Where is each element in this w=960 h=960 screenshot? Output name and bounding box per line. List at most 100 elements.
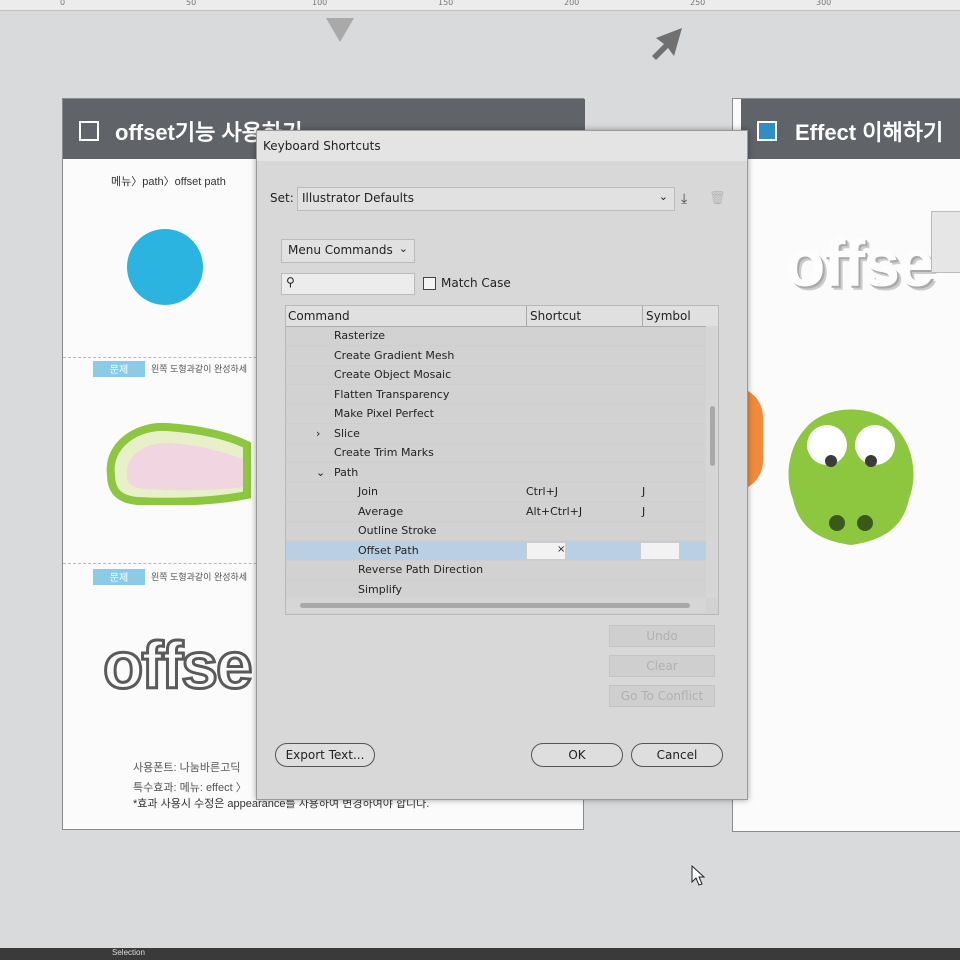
search-icon: ⚲ [286, 275, 295, 289]
row-command: Offset Path [358, 543, 419, 557]
shortcuts-table: Command Shortcut Symbol Rasterize Create … [285, 305, 719, 615]
ruler-tick: 250 [690, 0, 706, 7]
scrollbar-thumb[interactable] [300, 603, 690, 608]
table-row[interactable]: Outline Stroke [286, 521, 706, 541]
offset-shadow-art: offse [785, 226, 935, 300]
row-command: Average [358, 504, 404, 518]
status-text: Selection [112, 948, 145, 957]
symbol-edit-field[interactable] [640, 541, 680, 560]
save-set-icon[interactable]: ⤓ [681, 191, 687, 207]
table-row[interactable]: Create Object Mosaic [286, 365, 706, 385]
font-note: 사용폰트: 나눔바른고딕 [133, 762, 241, 774]
row-command: Rasterize [334, 329, 386, 342]
row-command: Outline Stroke [358, 524, 437, 537]
column-header-shortcut[interactable]: Shortcut [528, 306, 643, 326]
chevron-down-icon: ⌄ [398, 242, 408, 255]
ruler-tick: 150 [438, 0, 454, 7]
search-input-box[interactable]: ⚲ [281, 273, 415, 295]
table-row[interactable]: Average Alt+Ctrl+J J [286, 502, 706, 522]
chevron-down-icon: ⌄ [658, 190, 668, 203]
expand-arrow-icon[interactable]: › [316, 427, 320, 440]
table-body: Rasterize Create Gradient Mesh Create Obje… [286, 326, 706, 600]
table-row[interactable]: Offset Path × [286, 540, 706, 561]
shortcut-edit-field[interactable]: × [526, 541, 566, 560]
keyboard-shortcuts-dialog: Keyboard Shortcuts Set: Illustrator Defa… [256, 130, 748, 800]
top-ruler: 0 50 100 150 200 250 300 [0, 0, 960, 11]
table-row[interactable]: ⌄ Path [286, 463, 706, 483]
right-artboard: Effect 이해하기 offse [732, 98, 960, 832]
table-row[interactable]: Simplify [286, 580, 706, 600]
delete-set-icon[interactable]: 🗑 [709, 191, 726, 206]
category-select[interactable]: Menu Commands ⌄ [281, 239, 415, 263]
match-case-checkbox[interactable] [423, 277, 436, 290]
offset-outline-art: offse [102, 627, 255, 704]
question-text: 왼쪽 도형과같이 완성하세 [151, 572, 248, 582]
category-select-value: Menu Commands [288, 243, 393, 257]
row-symbol[interactable]: J [642, 505, 645, 518]
ruler-tick: 0 [60, 0, 66, 7]
crocodile-art [788, 409, 914, 545]
table-row[interactable]: Create Trim Marks [286, 443, 706, 463]
table-row[interactable]: Join Ctrl+J J [286, 482, 706, 502]
row-command: Make Pixel Perfect [334, 407, 434, 420]
ruler-tick: 50 [186, 0, 197, 7]
export-text-button[interactable]: Export Text... [275, 743, 375, 767]
table-row[interactable]: Make Pixel Perfect [286, 404, 706, 424]
question-text: 왼쪽 도형과같이 완성하세 [151, 364, 248, 374]
go-to-conflict-button[interactable]: Go To Conflict [609, 685, 715, 707]
row-shortcut[interactable]: Ctrl+J [526, 485, 558, 498]
clear-button[interactable]: Clear [609, 655, 715, 677]
effect-note: 특수효과: 메뉴: effect 〉 [133, 782, 247, 794]
column-header-command[interactable]: Command [286, 306, 527, 326]
row-command: Slice [334, 426, 360, 440]
row-command: Create Trim Marks [334, 446, 434, 459]
menu-path-text: 메뉴〉path〉offset path [111, 176, 226, 188]
set-select-value: Illustrator Defaults [302, 191, 414, 205]
pink-offset-art [106, 422, 251, 505]
set-label: Set: [270, 191, 294, 205]
table-row[interactable]: Flatten Transparency [286, 385, 706, 405]
ruler-tick: 200 [564, 0, 580, 7]
row-command: Join [358, 485, 379, 498]
set-select[interactable]: Illustrator Defaults ⌄ [297, 187, 675, 211]
cancel-button[interactable]: Cancel [631, 743, 723, 767]
square-icon [79, 121, 99, 141]
row-command: Path [334, 465, 359, 479]
mouse-cursor-icon [691, 864, 706, 886]
ruler-tick: 300 [816, 0, 832, 7]
table-row[interactable]: Rasterize [286, 326, 706, 346]
table-row[interactable]: Reverse Path Direction [286, 560, 706, 580]
match-case-label: Match Case [441, 276, 511, 290]
vertical-scrollbar[interactable] [706, 326, 718, 598]
collapse-arrow-icon[interactable]: ⌄ [316, 466, 325, 479]
right-artboard-title: Effect 이해하기 [795, 120, 944, 145]
status-bar: Selection [0, 948, 960, 960]
clear-shortcut-icon[interactable]: × [557, 544, 565, 555]
row-command: Create Object Mosaic [334, 368, 452, 381]
dialog-titlebar: Keyboard Shortcuts [257, 131, 747, 161]
blue-circle-art [127, 229, 203, 305]
horizontal-scrollbar[interactable] [286, 598, 706, 612]
diagonal-arrow-icon [652, 28, 682, 60]
row-command: Reverse Path Direction [358, 563, 484, 576]
row-command: Simplify [358, 582, 403, 596]
question-tag: 문제 [93, 569, 145, 585]
search-input[interactable] [300, 275, 412, 293]
ruler-tick: 100 [312, 0, 328, 7]
table-header: Command Shortcut Symbol [286, 306, 718, 327]
row-command: Create Gradient Mesh [334, 348, 455, 362]
row-symbol[interactable]: J [642, 485, 645, 498]
row-command: Flatten Transparency [334, 387, 450, 401]
scrollbar-thumb[interactable] [710, 406, 715, 466]
right-artboard-header: Effect 이해하기 [741, 99, 960, 159]
down-arrow-icon [326, 18, 354, 42]
ok-button[interactable]: OK [531, 743, 623, 767]
table-row[interactable]: › Slice [286, 424, 706, 444]
panel-edge [931, 211, 960, 273]
row-shortcut[interactable]: Alt+Ctrl+J [526, 505, 582, 518]
question-tag: 문제 [93, 361, 145, 377]
table-row[interactable]: Create Gradient Mesh [286, 346, 706, 366]
undo-button[interactable]: Undo [609, 625, 715, 647]
column-header-symbol[interactable]: Symbol [644, 306, 716, 326]
dialog-title: Keyboard Shortcuts [263, 139, 381, 153]
